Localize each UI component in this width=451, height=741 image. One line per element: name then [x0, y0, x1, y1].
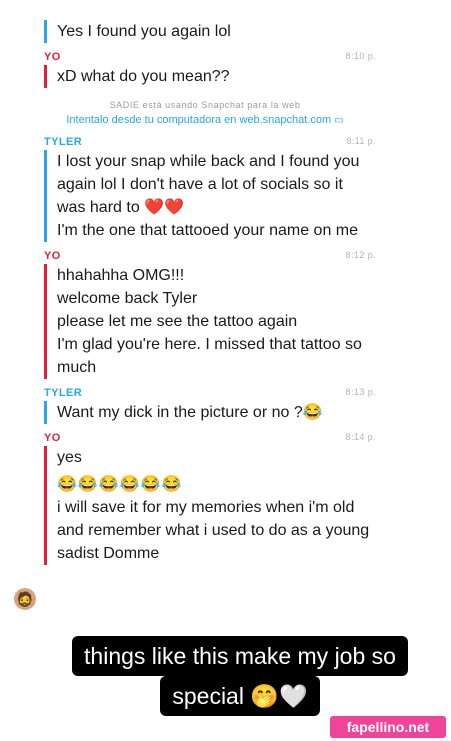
message-bubble: hhahahha OMG!!! welcome back Tyler pleas… — [44, 264, 380, 379]
message-bubble: xD what do you mean?? — [44, 65, 380, 88]
message-time: 8:13 p. — [345, 387, 376, 397]
message-text: Want my dick in the picture or no ?😂 — [57, 404, 323, 421]
message-text: xD what do you mean?? — [57, 68, 230, 85]
story-caption: things like this make my job so special … — [70, 636, 410, 716]
message-time: 8:14 p. — [345, 432, 376, 442]
caption-line: special 🤭🤍 — [160, 676, 320, 716]
notice-text: SADIE está usando Snapchat para la web — [109, 100, 301, 110]
message-text: hhahahha OMG!!! welcome back Tyler pleas… — [57, 267, 362, 376]
message-time: 8:12 p. — [345, 250, 376, 260]
sender-name: YO — [44, 432, 61, 444]
sender-name: TYLER — [44, 136, 83, 148]
chat-panel: Yes I found you again lol YO 8:10 p. xD … — [30, 14, 380, 626]
message-time: 8:10 p. — [345, 51, 376, 61]
sender-label: TYLER 8:11 p. — [44, 136, 380, 148]
sender-label: YO 8:10 p. — [44, 51, 380, 63]
web-notice: SADIE está usando Snapchat para la web I… — [30, 100, 380, 126]
emoji-row: 😂😂😂😂😂😂 — [57, 476, 183, 493]
notice-link-text[interactable]: Intentalo desde tu computadora en web.sn… — [66, 114, 331, 126]
sender-label: YO 8:14 p. — [44, 432, 380, 444]
notice-link[interactable]: Intentalo desde tu computadora en web.sn… — [30, 114, 380, 126]
message-bubble: Want my dick in the picture or no ?😂 — [44, 401, 380, 424]
message-text: i will save it for my memories when i'm … — [57, 499, 370, 562]
sender-label: YO 8:12 p. — [44, 250, 380, 262]
sender-name: YO — [44, 51, 61, 63]
message-text: yes — [57, 449, 82, 466]
message-bubble: I lost your snap while back and I found … — [44, 150, 380, 242]
message-text: Yes I found you again lol — [57, 23, 231, 40]
message-time: 8:11 p. — [346, 136, 376, 146]
sender-label: TYLER 8:13 p. — [44, 387, 380, 399]
message-bubble: Yes I found you again lol — [44, 20, 380, 43]
caption-line: things like this make my job so — [72, 636, 408, 676]
watermark: fapellino.net — [330, 716, 446, 738]
message-bubble: yes 😂😂😂😂😂😂 i will save it for my memorie… — [44, 446, 380, 565]
sender-name: TYLER — [44, 387, 83, 399]
sender-name: YO — [44, 250, 61, 262]
monitor-icon: ▭ — [334, 115, 344, 126]
bitmoji-icon: 🧔 — [14, 588, 36, 610]
message-text: I lost your snap while back and I found … — [57, 153, 360, 239]
